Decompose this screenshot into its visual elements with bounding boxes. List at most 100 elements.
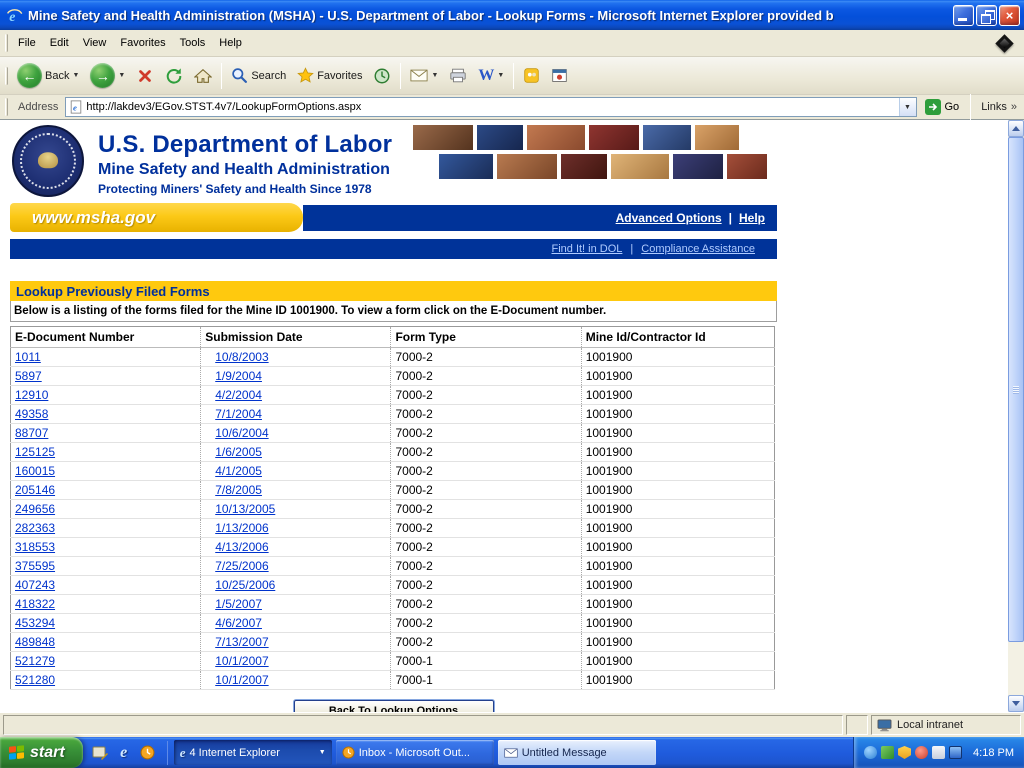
taskbar-button-outlook-inbox[interactable]: Inbox - Microsoft Out... bbox=[336, 740, 494, 765]
edoc-link[interactable]: 160015 bbox=[15, 464, 55, 478]
stop-button[interactable] bbox=[131, 64, 159, 88]
home-button[interactable] bbox=[189, 65, 217, 87]
submission-date-link[interactable]: 10/25/2006 bbox=[215, 578, 275, 592]
edit-with-word-button[interactable]: W ▼ bbox=[473, 65, 509, 87]
find-it-in-dol-link[interactable]: Find It! in DOL bbox=[551, 243, 622, 255]
edoc-link[interactable]: 282363 bbox=[15, 521, 55, 535]
menu-favorites[interactable]: Favorites bbox=[113, 32, 172, 54]
tray-icon-2[interactable] bbox=[881, 746, 894, 759]
taskbar-button-untitled-message[interactable]: Untitled Message bbox=[498, 740, 656, 765]
edoc-link[interactable]: 407243 bbox=[15, 578, 55, 592]
forward-button[interactable]: → ▼ bbox=[85, 60, 130, 91]
links-toolbar[interactable]: Links » bbox=[978, 101, 1020, 113]
submission-date-link[interactable]: 4/2/2004 bbox=[215, 388, 262, 402]
address-dropdown-button[interactable]: ▼ bbox=[899, 98, 916, 116]
forward-history-dropdown[interactable]: ▼ bbox=[118, 72, 125, 79]
edoc-link[interactable]: 375595 bbox=[15, 559, 55, 573]
submission-date-link[interactable]: 1/13/2006 bbox=[215, 521, 268, 535]
mine-id-cell: 1001900 bbox=[581, 367, 774, 386]
task-label: 4 Internet Explorer bbox=[189, 747, 314, 759]
submission-date-link[interactable]: 1/5/2007 bbox=[215, 597, 262, 611]
photo-tile bbox=[726, 153, 768, 180]
table-row: 318553 4/13/2006 7000-2 1001900 bbox=[11, 538, 775, 557]
site-url-tab[interactable]: www.msha.gov bbox=[10, 203, 303, 232]
links-overflow-chevron[interactable]: » bbox=[1011, 101, 1017, 113]
edoc-link[interactable]: 12910 bbox=[15, 388, 48, 402]
network-icon[interactable] bbox=[949, 746, 962, 759]
mine-id-cell: 1001900 bbox=[581, 405, 774, 424]
edit-dropdown[interactable]: ▼ bbox=[497, 72, 504, 79]
edoc-link[interactable]: 318553 bbox=[15, 540, 55, 554]
minimize-button[interactable] bbox=[953, 5, 974, 26]
search-button[interactable]: Search bbox=[226, 64, 291, 87]
submission-date-link[interactable]: 10/8/2003 bbox=[215, 350, 268, 364]
help-link[interactable]: Help bbox=[739, 211, 765, 225]
edoc-link[interactable]: 5897 bbox=[15, 369, 42, 383]
edoc-link[interactable]: 489848 bbox=[15, 635, 55, 649]
edoc-link[interactable]: 88707 bbox=[15, 426, 48, 440]
back-button[interactable]: ← Back ▼ bbox=[12, 60, 84, 91]
edoc-link[interactable]: 418322 bbox=[15, 597, 55, 611]
mail-dropdown[interactable]: ▼ bbox=[431, 72, 438, 79]
menubar-grip[interactable] bbox=[5, 34, 8, 52]
submission-date-link[interactable]: 10/1/2007 bbox=[215, 673, 268, 687]
edoc-link[interactable]: 125125 bbox=[15, 445, 55, 459]
history-button[interactable] bbox=[368, 64, 396, 88]
mail-button[interactable]: ▼ bbox=[405, 66, 443, 85]
edoc-link[interactable]: 521280 bbox=[15, 673, 55, 687]
submission-date-link[interactable]: 4/1/2005 bbox=[215, 464, 262, 478]
submission-date-link[interactable]: 1/9/2004 bbox=[215, 369, 262, 383]
start-button[interactable]: start bbox=[0, 737, 83, 768]
taskbar-button-internet-explorer-group[interactable]: e 4 Internet Explorer ▼ bbox=[174, 740, 332, 765]
submission-date-link[interactable]: 7/13/2007 bbox=[215, 635, 268, 649]
menu-help[interactable]: Help bbox=[212, 32, 249, 54]
tray-icon-3[interactable] bbox=[898, 746, 911, 759]
back-to-lookup-options-button[interactable]: Back To Lookup Options bbox=[294, 700, 494, 712]
submission-date-link[interactable]: 10/13/2005 bbox=[215, 502, 275, 516]
submission-date-link[interactable]: 10/1/2007 bbox=[215, 654, 268, 668]
outlook-quicklaunch-icon[interactable] bbox=[138, 743, 158, 763]
tray-icon-4[interactable] bbox=[915, 746, 928, 759]
edoc-link[interactable]: 1011 bbox=[15, 350, 41, 364]
toolbar-grip[interactable] bbox=[5, 67, 8, 85]
scroll-up-button[interactable] bbox=[1008, 120, 1024, 137]
menu-file[interactable]: File bbox=[11, 32, 43, 54]
scrollbar-thumb[interactable] bbox=[1008, 137, 1024, 642]
group-dropdown-caret[interactable]: ▼ bbox=[319, 749, 326, 756]
addressbar-grip[interactable] bbox=[5, 98, 8, 116]
edoc-link[interactable]: 453294 bbox=[15, 616, 55, 630]
submission-date-link[interactable]: 1/6/2005 bbox=[215, 445, 262, 459]
show-desktop-icon[interactable] bbox=[90, 743, 110, 763]
scroll-down-button[interactable] bbox=[1008, 695, 1024, 712]
submission-date-link[interactable]: 10/6/2004 bbox=[215, 426, 268, 440]
refresh-button[interactable] bbox=[160, 64, 188, 88]
tray-icon-1[interactable] bbox=[864, 746, 877, 759]
address-input[interactable] bbox=[86, 99, 895, 115]
menu-edit[interactable]: Edit bbox=[43, 32, 76, 54]
edoc-link[interactable]: 49358 bbox=[15, 407, 48, 421]
messenger-button[interactable] bbox=[518, 64, 545, 87]
print-icon bbox=[449, 68, 467, 83]
submission-date-link[interactable]: 4/13/2006 bbox=[215, 540, 268, 554]
edoc-link[interactable]: 205146 bbox=[15, 483, 55, 497]
menu-view[interactable]: View bbox=[76, 32, 114, 54]
internet-explorer-quicklaunch-icon[interactable]: e bbox=[114, 743, 134, 763]
compliance-assistance-link[interactable]: Compliance Assistance bbox=[641, 243, 755, 255]
submission-date-link[interactable]: 4/6/2007 bbox=[215, 616, 262, 630]
edoc-link[interactable]: 521279 bbox=[15, 654, 55, 668]
submission-date-link[interactable]: 7/1/2004 bbox=[215, 407, 262, 421]
advanced-options-link[interactable]: Advanced Options bbox=[616, 211, 722, 225]
restore-button[interactable] bbox=[976, 5, 997, 26]
go-button[interactable]: Go bbox=[921, 98, 964, 116]
edoc-link[interactable]: 249656 bbox=[15, 502, 55, 516]
back-history-dropdown[interactable]: ▼ bbox=[72, 72, 79, 79]
submission-date-link[interactable]: 7/25/2006 bbox=[215, 559, 268, 573]
vertical-scrollbar[interactable] bbox=[1008, 120, 1024, 712]
menu-tools[interactable]: Tools bbox=[173, 32, 213, 54]
print-button[interactable] bbox=[444, 65, 472, 86]
favorites-button[interactable]: Favorites bbox=[292, 64, 367, 87]
close-button[interactable]: × bbox=[999, 5, 1020, 26]
submission-date-link[interactable]: 7/8/2005 bbox=[215, 483, 262, 497]
volume-icon[interactable] bbox=[932, 746, 945, 759]
research-button[interactable] bbox=[546, 64, 573, 87]
